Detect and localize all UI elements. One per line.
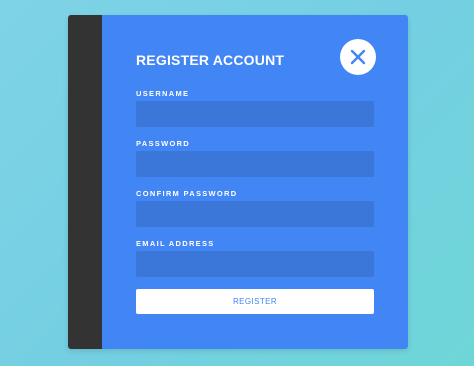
form-panel: REGISTER ACCOUNT USERNAME PASSWORD CONFI…: [102, 15, 408, 349]
email-address-label: EMAIL ADDRESS: [136, 239, 215, 248]
confirm-password-label: CONFIRM PASSWORD: [136, 189, 238, 198]
email-address-input[interactable]: [136, 251, 374, 277]
register-button[interactable]: REGISTER: [136, 289, 374, 314]
password-input[interactable]: [136, 151, 374, 177]
side-bar: [68, 15, 102, 349]
username-label: USERNAME: [136, 89, 190, 98]
password-label: PASSWORD: [136, 139, 191, 148]
username-input[interactable]: [136, 101, 374, 127]
register-card: REGISTER ACCOUNT USERNAME PASSWORD CONFI…: [68, 15, 408, 349]
close-button[interactable]: [340, 39, 376, 75]
close-icon: [350, 49, 366, 65]
form-title: REGISTER ACCOUNT: [136, 52, 285, 68]
confirm-password-input[interactable]: [136, 201, 374, 227]
